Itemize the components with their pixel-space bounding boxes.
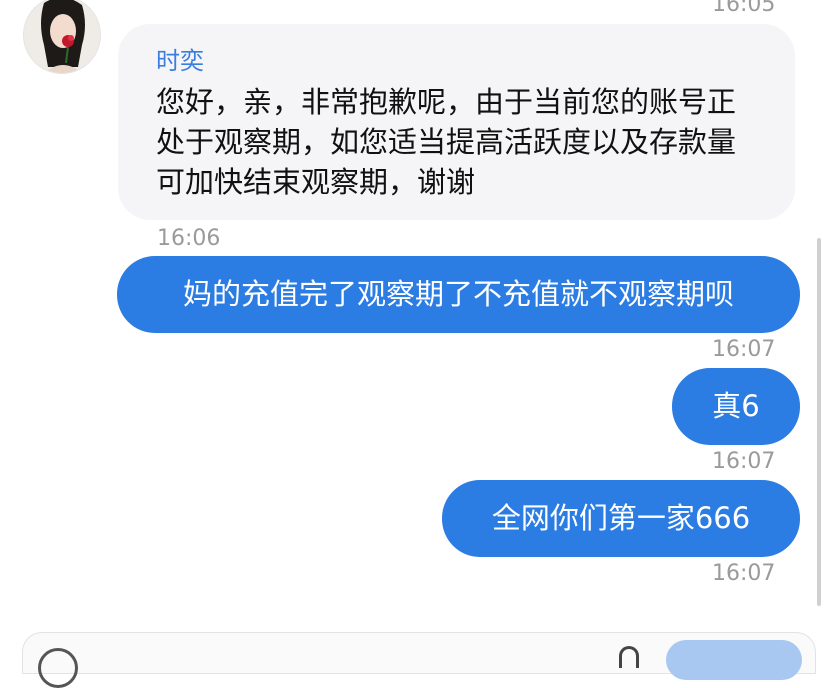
message-timestamp: 16:06 xyxy=(157,226,221,251)
scrollbar[interactable] xyxy=(817,238,821,606)
outgoing-message-text: 真6 xyxy=(712,389,760,423)
incoming-message-text: 您好，亲，非常抱歉呢，由于当前您的账号正处于观察期，如您适当提高活跃度以及存款量… xyxy=(156,85,737,199)
chat-area: 16:05 时奕 您好，亲，非常抱歉呢，由于当前您的账号正处于观察期，如您适当提… xyxy=(0,0,828,688)
outgoing-message-text: 妈的充值完了观察期了不充值就不观察期呗 xyxy=(182,277,734,311)
outgoing-message-text: 全网你们第一家666 xyxy=(491,501,751,535)
sender-name: 时奕 xyxy=(156,47,204,75)
message-timestamp: 16:07 xyxy=(712,337,776,362)
outgoing-message-bubble[interactable]: 全网你们第一家666 xyxy=(442,480,800,557)
outgoing-message-bubble[interactable]: 妈的充值完了观察期了不充值就不观察期呗 xyxy=(117,256,800,333)
message-timestamp: 16:07 xyxy=(712,561,776,586)
voice-icon[interactable] xyxy=(38,648,78,688)
outgoing-message-bubble[interactable]: 真6 xyxy=(672,368,800,445)
avatar[interactable] xyxy=(23,0,101,74)
send-button[interactable] xyxy=(666,640,802,680)
avatar-image xyxy=(24,0,100,73)
message-timestamp: 16:05 xyxy=(712,0,776,17)
emoji-icon[interactable] xyxy=(619,646,639,668)
incoming-message-bubble[interactable]: 时奕 您好，亲，非常抱歉呢，由于当前您的账号正处于观察期，如您适当提高活跃度以及… xyxy=(118,24,795,220)
message-timestamp: 16:07 xyxy=(712,449,776,474)
